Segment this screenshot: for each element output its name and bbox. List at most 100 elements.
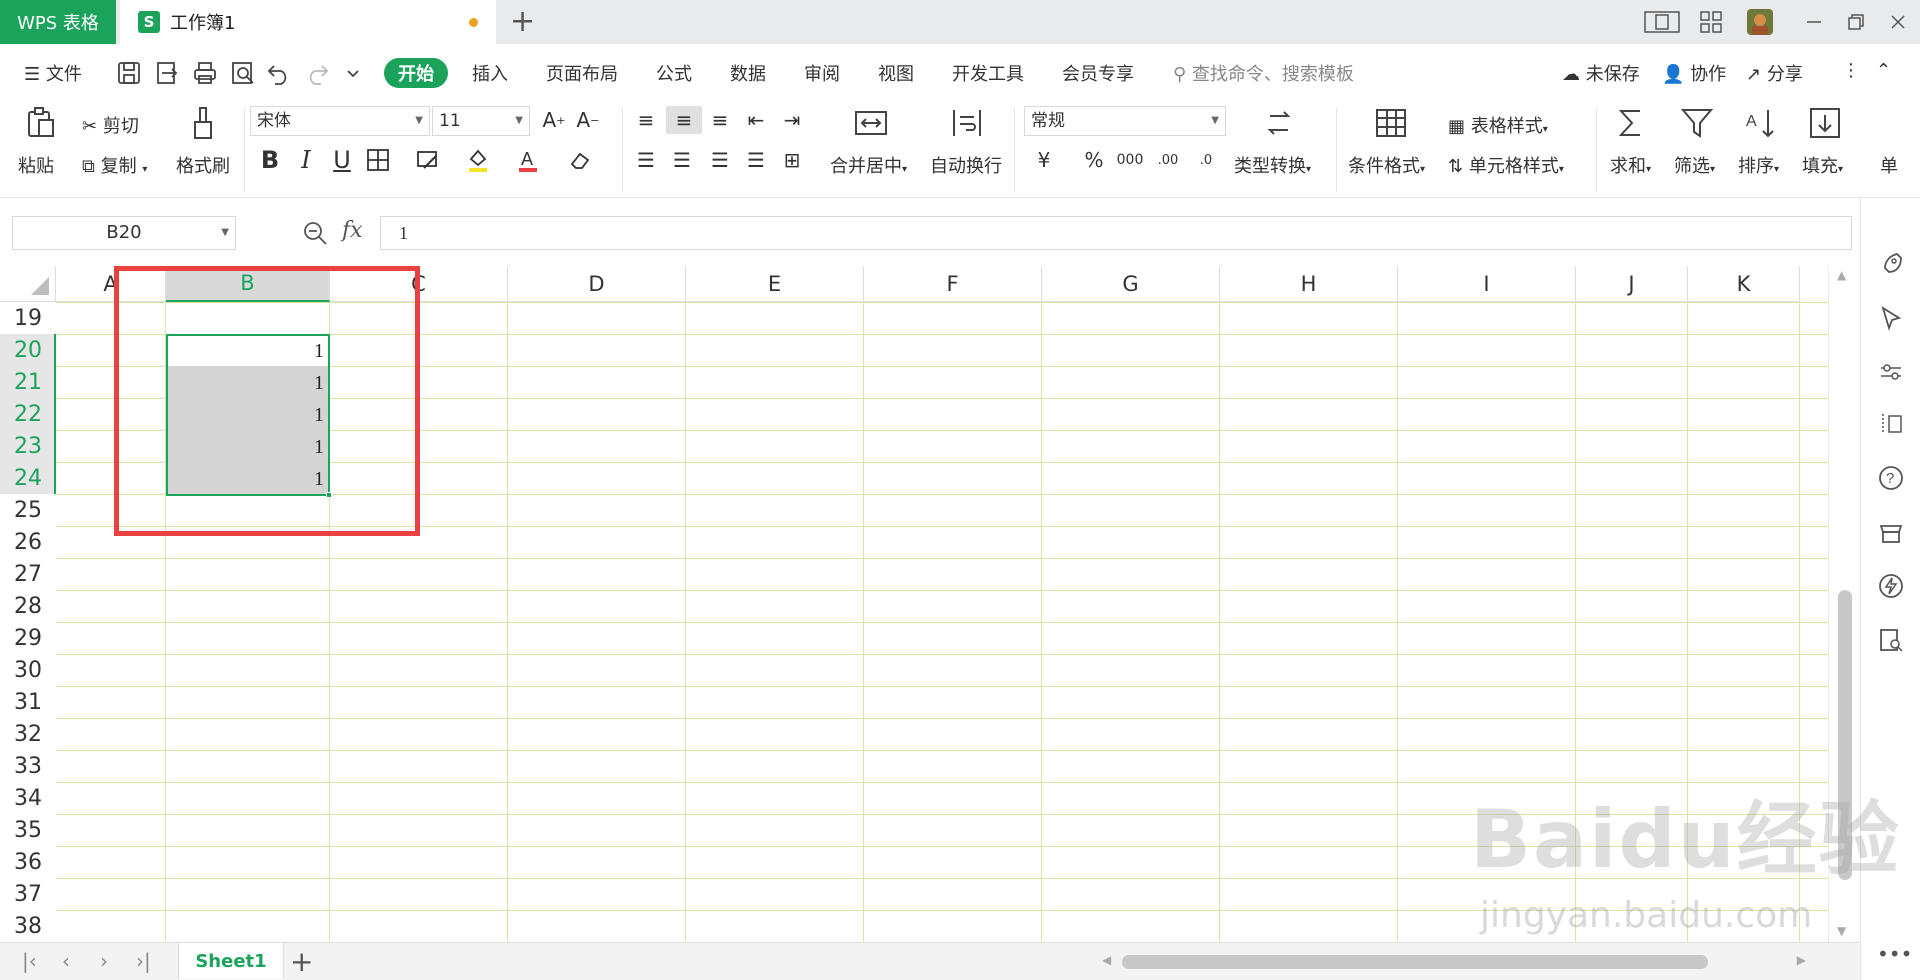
column-header-A[interactable]: A <box>56 266 166 302</box>
save-icon[interactable] <box>116 60 142 86</box>
align-middle-icon[interactable]: ≡ <box>666 106 702 134</box>
row-header-23[interactable]: 23 <box>0 430 56 462</box>
command-search[interactable]: ⚲ 查找命令、搜索模板 <box>1173 60 1354 86</box>
tab-developer[interactable]: 开发工具 <box>952 60 1024 86</box>
column-header-G[interactable]: G <box>1042 266 1220 302</box>
row-header-25[interactable]: 25 <box>0 494 56 526</box>
column-header-C[interactable]: C <box>330 266 508 302</box>
document-tab[interactable]: S 工作簿1 <box>120 0 496 44</box>
row-header-31[interactable]: 31 <box>0 686 56 718</box>
conditional-format-icon[interactable] <box>1374 106 1408 140</box>
sheet-tab-sheet1[interactable]: Sheet1 <box>178 943 284 979</box>
fill-button[interactable]: 填充▾ <box>1802 152 1843 178</box>
column-header-I[interactable]: I <box>1398 266 1576 302</box>
font-color-icon[interactable]: A <box>514 146 542 174</box>
export-icon[interactable] <box>154 60 180 86</box>
increase-font-icon[interactable]: A + <box>540 106 568 134</box>
copy-button[interactable]: ⧉ 复制 ▾ <box>82 152 147 178</box>
type-convert-icon[interactable] <box>1262 106 1296 140</box>
row-header-37[interactable]: 37 <box>0 878 56 910</box>
unsaved-button[interactable]: ☁ 未保存 <box>1562 60 1640 86</box>
tab-home[interactable]: 开始 <box>384 58 448 88</box>
sum-icon[interactable] <box>1614 106 1648 140</box>
bold-icon[interactable]: B <box>256 146 284 174</box>
column-header-F[interactable]: F <box>864 266 1042 302</box>
scroll-up-icon[interactable]: ▲ <box>1837 268 1846 282</box>
row-header-24[interactable]: 24 <box>0 462 56 494</box>
column-header-B[interactable]: B <box>166 266 330 302</box>
new-tab-button[interactable]: + <box>510 4 535 39</box>
settings-sliders-icon[interactable] <box>1877 358 1905 386</box>
fill-icon[interactable] <box>1808 106 1842 140</box>
layout-icon[interactable] <box>1644 8 1680 36</box>
row-header-28[interactable]: 28 <box>0 590 56 622</box>
rocket-icon[interactable] <box>1877 250 1905 278</box>
more-options-icon[interactable]: ••• <box>1877 942 1912 970</box>
cell-B23[interactable]: 1 <box>166 430 330 462</box>
percent-icon[interactable]: % <box>1080 146 1108 174</box>
column-header-E[interactable]: E <box>686 266 864 302</box>
merge-center-button[interactable]: 合并居中▾ <box>830 152 907 178</box>
cell-B24[interactable]: 1 <box>166 462 330 494</box>
decrease-indent-icon[interactable]: ⇤ <box>742 106 770 134</box>
cell-B22[interactable]: 1 <box>166 398 330 430</box>
insert-function-icon[interactable]: fx <box>342 218 363 243</box>
borders-icon[interactable] <box>364 146 392 174</box>
row-header-20[interactable]: 20 <box>0 334 56 366</box>
align-center-icon[interactable]: ☰ <box>668 146 696 174</box>
conditional-format-button[interactable]: 条件格式▾ <box>1348 152 1425 178</box>
column-header-D[interactable]: D <box>508 266 686 302</box>
print-preview-icon[interactable] <box>230 60 256 86</box>
sort-button[interactable]: 排序▾ <box>1738 152 1779 178</box>
book-search-icon[interactable] <box>1877 626 1905 654</box>
column-header-H[interactable]: H <box>1220 266 1398 302</box>
italic-icon[interactable]: I <box>292 146 320 174</box>
decrease-font-icon[interactable]: A − <box>574 106 602 134</box>
format-painter-icon[interactable] <box>186 106 220 140</box>
avatar[interactable] <box>1746 8 1774 36</box>
row-header-27[interactable]: 27 <box>0 558 56 590</box>
transform-icon[interactable] <box>1877 410 1905 438</box>
increase-decimal-icon[interactable]: .00 <box>1154 146 1182 174</box>
minimize-icon[interactable] <box>1800 8 1828 36</box>
redo-icon[interactable] <box>304 60 330 86</box>
cell-style-brush-icon[interactable] <box>414 146 442 174</box>
fill-color-icon[interactable] <box>464 146 492 174</box>
align-left-icon[interactable]: ☰ <box>632 146 660 174</box>
justify-icon[interactable]: ☰ <box>742 146 770 174</box>
type-convert-button[interactable]: 类型转换▾ <box>1234 152 1311 178</box>
tab-review[interactable]: 审阅 <box>804 60 840 86</box>
row-header-19[interactable]: 19 <box>0 302 56 334</box>
horizontal-scroll-thumb[interactable] <box>1122 955 1708 969</box>
name-box[interactable]: B20 ▼ <box>12 216 236 250</box>
sum-button[interactable]: 求和▾ <box>1610 152 1651 178</box>
collaborate-button[interactable]: 👤 协作 <box>1662 60 1726 86</box>
last-sheet-icon[interactable]: ›| <box>136 949 151 973</box>
row-header-26[interactable]: 26 <box>0 526 56 558</box>
row-header-38[interactable]: 38 <box>0 910 56 942</box>
tab-formulas[interactable]: 公式 <box>656 60 692 86</box>
increase-indent-icon[interactable]: ⇥ <box>778 106 806 134</box>
scroll-down-icon[interactable]: ▼ <box>1837 924 1846 938</box>
cell-B20[interactable]: 1 <box>166 334 330 366</box>
grid-apps-icon[interactable] <box>1698 8 1724 36</box>
row-header-30[interactable]: 30 <box>0 654 56 686</box>
row-header-33[interactable]: 33 <box>0 750 56 782</box>
prev-sheet-icon[interactable]: ‹ <box>62 949 70 973</box>
table-style-button[interactable]: ▦ 表格样式▾ <box>1448 112 1548 138</box>
font-size-select[interactable]: 11 ▼ <box>432 106 530 136</box>
wrap-text-icon[interactable] <box>950 106 984 140</box>
row-header-22[interactable]: 22 <box>0 398 56 430</box>
cell-style-button[interactable]: ⇅ 单元格样式▾ <box>1448 152 1564 178</box>
undo-icon[interactable] <box>266 60 292 86</box>
tab-insert[interactable]: 插入 <box>472 60 508 86</box>
restore-icon[interactable] <box>1842 8 1870 36</box>
app-tab[interactable]: WPS 表格 <box>0 0 116 44</box>
customize-dropdown-icon[interactable] <box>344 60 362 86</box>
column-header-K[interactable]: K <box>1688 266 1800 302</box>
row-header-36[interactable]: 36 <box>0 846 56 878</box>
cell-button-partial[interactable]: 单 <box>1880 152 1898 178</box>
file-menu[interactable]: ☰ 文件 <box>24 60 82 86</box>
format-painter-button[interactable]: 格式刷 <box>176 152 230 178</box>
row-header-29[interactable]: 29 <box>0 622 56 654</box>
